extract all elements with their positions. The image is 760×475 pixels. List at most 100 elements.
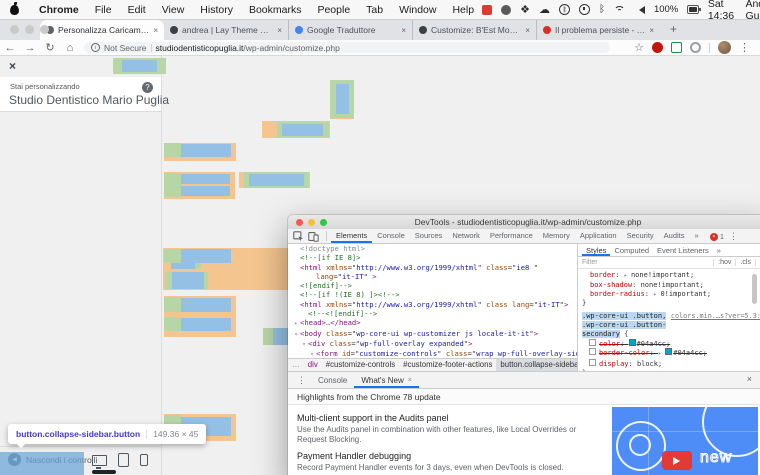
chrome-78-promo-image[interactable]: new xyxy=(612,407,758,475)
preview-mobile-icon[interactable] xyxy=(140,454,148,466)
menu-window[interactable]: Window xyxy=(391,4,444,16)
css-rule-line[interactable]: border-radius: ▸ 0!important; xyxy=(578,290,760,300)
css-rule-line[interactable]: display: block; xyxy=(578,359,760,369)
apple-icon[interactable] xyxy=(10,1,19,15)
bookmark-star-icon[interactable]: ☆ xyxy=(634,41,644,54)
devtools-tab-console[interactable]: Console xyxy=(372,229,410,243)
css-rule-line[interactable]: colors.min.…s?ver=5.3:2 .wp-core-ui .butt… xyxy=(578,312,760,321)
dom-line[interactable]: ▾ <form id="customize-controls" class="wr… xyxy=(288,349,577,358)
menu-people[interactable]: People xyxy=(309,4,358,16)
devtools-tab-sources[interactable]: Sources xyxy=(410,229,448,243)
dom-line[interactable]: ▸ <head>…</head> xyxy=(288,318,577,328)
browser-menu-icon[interactable]: ⋮ xyxy=(739,41,750,54)
new-tab-button[interactable]: + xyxy=(670,22,677,38)
bluetooth-icon[interactable] xyxy=(599,4,605,15)
devtools-tab-memory[interactable]: Memory xyxy=(538,229,575,243)
parallels-icon[interactable] xyxy=(558,4,570,15)
drawer-close-icon[interactable]: × xyxy=(747,374,752,384)
app-red-icon[interactable] xyxy=(482,4,493,15)
dropbox-icon[interactable] xyxy=(520,3,530,16)
back-icon[interactable]: ← xyxy=(0,42,20,54)
profile-avatar[interactable] xyxy=(718,41,731,54)
reload-icon[interactable]: ↻ xyxy=(40,41,60,54)
adblock-extension-icon[interactable] xyxy=(652,42,663,53)
devtools-tab-network[interactable]: Network xyxy=(447,229,485,243)
menu-file[interactable]: File xyxy=(87,4,120,16)
menu-bookmarks[interactable]: Bookmarks xyxy=(241,4,310,16)
extension-icon[interactable] xyxy=(690,42,701,53)
close-window-icon[interactable] xyxy=(296,218,303,226)
browser-tab[interactable]: Personalizza Caricamento... × xyxy=(40,20,164,40)
styles-tab-[interactable]: » xyxy=(713,245,725,256)
drawer-menu-icon[interactable]: ⋮ xyxy=(292,375,311,386)
css-rule-line[interactable]: border-color: ▸ #04a4cc; xyxy=(578,348,760,359)
menu-history[interactable]: History xyxy=(192,4,241,16)
browser-tab[interactable]: Customize: B'Est Movie 2019 × xyxy=(412,20,536,40)
tab-close-icon[interactable]: × xyxy=(408,373,412,388)
css-rule-line[interactable]: box-shadow: none!important; xyxy=(578,281,760,290)
breadcrumb-item[interactable]: #customize-controls xyxy=(322,359,399,371)
devtools-tab-audits[interactable]: Audits xyxy=(659,229,690,243)
styles-filter-input[interactable]: Filter xyxy=(582,259,709,266)
css-rule-line[interactable]: color: #04a4cc; xyxy=(578,338,760,349)
property-checkbox[interactable] xyxy=(589,338,596,346)
wifi-icon[interactable] xyxy=(613,5,626,14)
menubar-clock[interactable]: Sat 14:36 xyxy=(708,0,737,22)
dom-line[interactable]: <html xmlns="http://www.w3.org/1999/xhtm… xyxy=(288,263,577,272)
minimize-window-icon[interactable] xyxy=(25,25,34,34)
browser-tab[interactable]: andrea | Lay Theme Forum × xyxy=(164,20,288,40)
dom-line[interactable]: <![endif]--> xyxy=(288,281,577,290)
browser-tab[interactable]: Google Traduttore × xyxy=(288,20,412,40)
dom-line[interactable]: <html xmlns="http://www.w3.org/1999/xhtm… xyxy=(288,300,577,309)
dom-line[interactable]: <!--[if IE 8]> xyxy=(288,253,577,262)
menu-tab[interactable]: Tab xyxy=(358,4,391,16)
dom-line[interactable]: <!--[if !(IE 8) ]><!--> xyxy=(288,290,577,299)
tab-close-icon[interactable]: × xyxy=(153,26,158,35)
tab-close-icon[interactable]: × xyxy=(401,26,406,35)
menu-chrome[interactable]: Chrome xyxy=(31,4,87,16)
cloud-icon[interactable] xyxy=(539,3,550,16)
home-icon[interactable]: ⌂ xyxy=(60,42,80,54)
browser-tab[interactable]: Il problema persiste - Traduzion... × xyxy=(536,20,660,40)
property-checkbox[interactable] xyxy=(589,359,596,367)
tab-close-icon[interactable]: × xyxy=(649,26,654,35)
zoom-window-icon[interactable] xyxy=(40,25,49,34)
menu-help[interactable]: Help xyxy=(444,4,482,16)
breadcrumb-item[interactable]: … xyxy=(288,359,304,371)
breadcrumb-item[interactable]: div xyxy=(304,359,322,371)
minimize-window-icon[interactable] xyxy=(308,218,315,226)
devtools-tab-performance[interactable]: Performance xyxy=(485,229,538,243)
styles-scrollbar[interactable] xyxy=(752,274,757,372)
css-source-link[interactable]: colors.min.…s?ver=5.3:2 xyxy=(671,312,760,321)
new-style-rule-button[interactable]: + xyxy=(754,259,760,266)
menu-view[interactable]: View xyxy=(154,4,193,16)
tab-close-icon[interactable]: × xyxy=(277,26,282,35)
devtools-tab-application[interactable]: Application xyxy=(575,229,622,243)
app-gray-icon[interactable] xyxy=(501,4,512,15)
devtools-menu-icon[interactable]: ⋮ xyxy=(729,231,738,242)
preview-tablet-icon[interactable] xyxy=(118,453,129,467)
capture-extension-icon[interactable] xyxy=(671,42,682,53)
color-swatch[interactable] xyxy=(665,348,673,356)
styles-tab-computed[interactable]: Computed xyxy=(610,245,653,256)
dom-line[interactable]: <!doctype html> xyxy=(288,244,577,253)
volume-icon[interactable] xyxy=(635,5,645,14)
devtools-tab-elements[interactable]: Elements xyxy=(331,229,372,243)
css-rule-line[interactable]: secondary { xyxy=(578,329,760,339)
youtube-play-icon[interactable] xyxy=(662,451,692,470)
menu-edit[interactable]: Edit xyxy=(120,4,154,16)
clock-icon[interactable] xyxy=(578,4,590,15)
cls-toggle[interactable]: .cls xyxy=(735,259,751,266)
preview-desktop-icon[interactable] xyxy=(92,454,107,469)
breadcrumb-item[interactable]: button.collapse-sidebar.button xyxy=(496,359,577,371)
styles-tab-styles[interactable]: Styles xyxy=(582,245,610,256)
dom-line[interactable]: ▾ <div class="wp-full-overlay expanded"> xyxy=(288,339,577,349)
forward-icon[interactable]: → xyxy=(20,42,40,54)
whats-new-section-title[interactable]: Multi-client support in the Audits panel xyxy=(297,413,602,423)
menubar-user[interactable]: Andrea Guccini xyxy=(745,0,760,22)
devtools-tab-security[interactable]: Security xyxy=(622,229,659,243)
error-badge[interactable]: × 1 xyxy=(709,232,724,241)
zoom-window-icon[interactable] xyxy=(320,218,327,226)
devtools-titlebar[interactable]: DevTools - studiodentisticopuglia.it/wp-… xyxy=(288,215,760,230)
inspect-element-icon[interactable] xyxy=(292,230,305,243)
